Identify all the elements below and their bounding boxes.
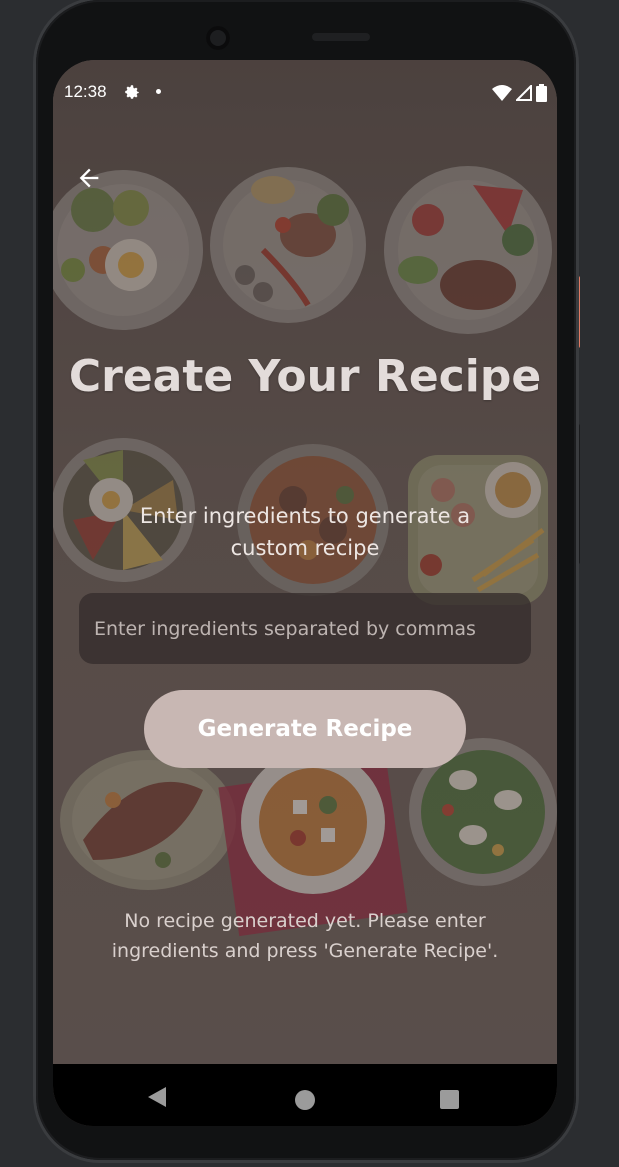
notification-dot-icon — [156, 89, 161, 94]
front-camera — [206, 26, 230, 50]
ingredients-input-container — [79, 593, 531, 664]
cellular-icon — [516, 85, 532, 101]
arrow-left-icon — [79, 168, 99, 188]
earpiece-speaker — [312, 33, 370, 41]
empty-state-message: No recipe generated yet. Please enter in… — [111, 910, 499, 962]
home-circle-icon[interactable] — [295, 1090, 315, 1110]
battery-icon — [536, 84, 547, 102]
wifi-icon — [492, 85, 512, 101]
status-right-icons — [492, 84, 547, 102]
ingredients-input[interactable] — [79, 593, 531, 664]
page-title: Create Your Recipe — [68, 351, 542, 402]
system-nav-bar — [53, 1064, 557, 1126]
gear-icon — [123, 83, 141, 105]
status-time: 12:38 — [64, 82, 107, 101]
app-screen: 12:38 Create Your Recipe Enter ingredien… — [53, 60, 557, 1126]
status-bar: 12:38 — [53, 60, 557, 124]
page-subtitle: Enter ingredients to generate a custom r… — [139, 504, 471, 560]
back-triangle-icon[interactable] — [148, 1087, 166, 1111]
generate-recipe-button[interactable]: Generate Recipe — [144, 690, 466, 768]
back-button[interactable] — [75, 164, 103, 192]
recents-square-icon[interactable] — [440, 1090, 459, 1109]
